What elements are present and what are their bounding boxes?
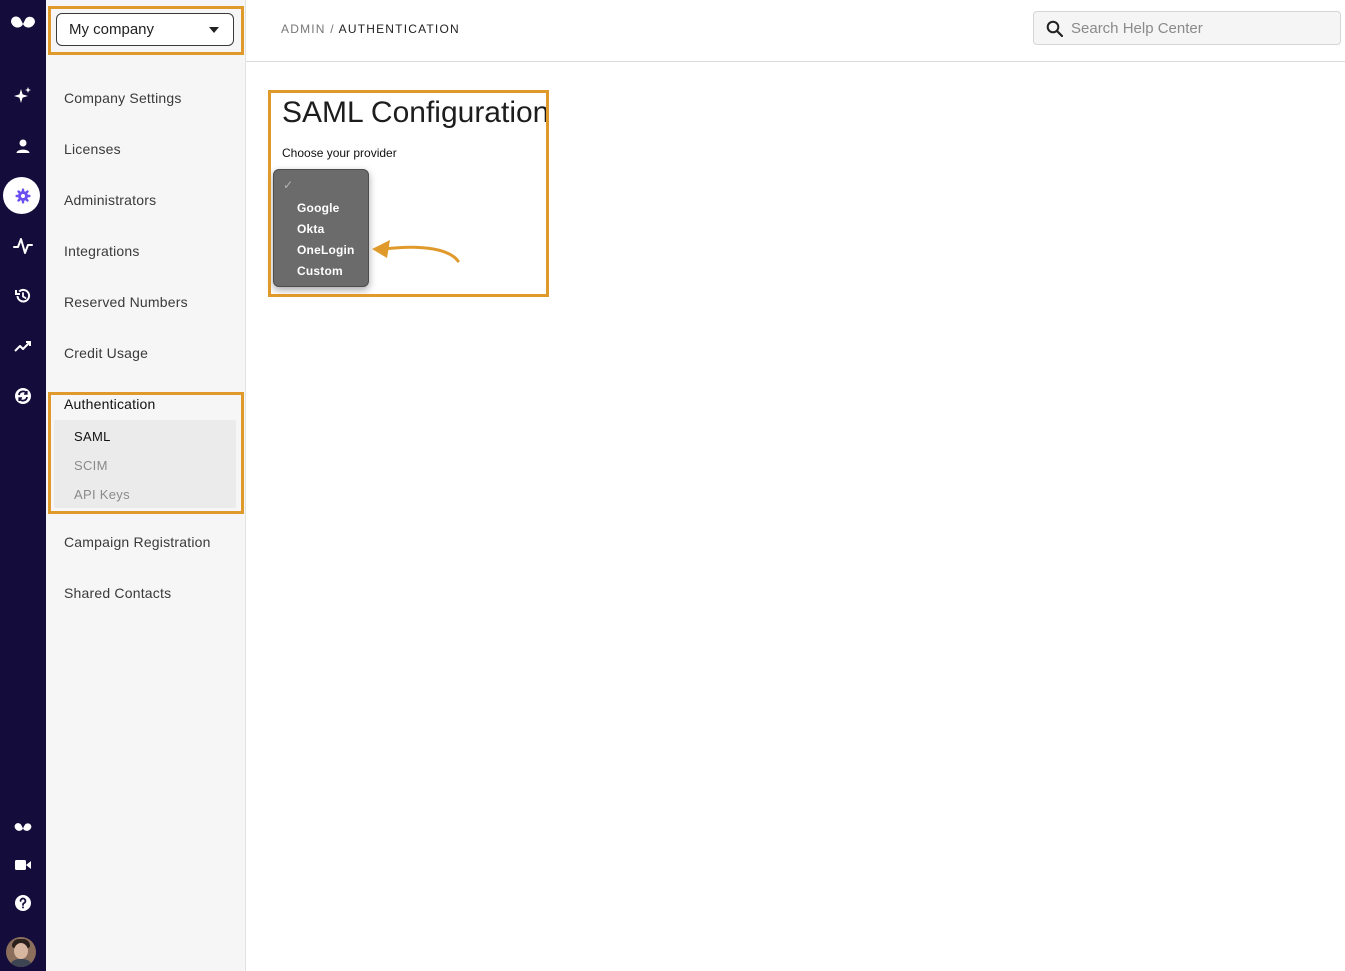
search-input[interactable] xyxy=(1071,19,1311,37)
sidebar-item-shared-contacts[interactable]: Shared Contacts xyxy=(64,585,171,601)
sidebar-subitem-saml[interactable]: SAML xyxy=(74,429,111,444)
search-icon xyxy=(1046,20,1063,37)
help-search[interactable] xyxy=(1033,11,1341,45)
provider-option-google[interactable]: Google xyxy=(297,201,340,215)
annotation-arrow-icon xyxy=(372,240,460,263)
checkmark-icon: ✓ xyxy=(283,178,294,192)
avatar-face xyxy=(14,943,28,959)
provider-dropdown-menu[interactable]: ✓ Google Okta OneLogin Custom xyxy=(273,169,369,287)
sidebar-item-licenses[interactable]: Licenses xyxy=(64,141,121,157)
sidebar-item-administrators[interactable]: Administrators xyxy=(64,192,156,208)
provider-option-onelogin[interactable]: OneLogin xyxy=(297,243,355,257)
company-select[interactable]: My company xyxy=(56,13,234,46)
activity-icon[interactable] xyxy=(0,231,46,261)
help-icon[interactable] xyxy=(0,888,46,918)
breadcrumb: ADMIN / AUTHENTICATION xyxy=(281,22,460,36)
sidebar-item-credit-usage[interactable]: Credit Usage xyxy=(64,345,148,361)
logo-icon[interactable] xyxy=(0,7,46,37)
avatar-shirt xyxy=(9,959,33,967)
sync-icon[interactable] xyxy=(0,381,46,411)
company-select-value: My company xyxy=(69,21,155,38)
top-header: ADMIN / AUTHENTICATION xyxy=(246,0,1345,62)
admin-sidebar: My company Company Settings Licenses Adm… xyxy=(46,0,246,971)
breadcrumb-separator: / xyxy=(325,22,339,36)
avatar[interactable] xyxy=(6,937,36,967)
person-icon[interactable] xyxy=(0,131,46,161)
logo-small-icon[interactable] xyxy=(0,812,46,842)
sidebar-item-campaign-registration[interactable]: Campaign Registration xyxy=(64,534,211,550)
sidebar-subitem-scim[interactable]: SCIM xyxy=(74,458,108,473)
video-icon[interactable] xyxy=(0,850,46,880)
trending-icon[interactable] xyxy=(0,331,46,361)
breadcrumb-current: AUTHENTICATION xyxy=(338,22,460,36)
sparkle-icon[interactable] xyxy=(0,81,46,111)
app-root: My company Company Settings Licenses Adm… xyxy=(0,0,1345,971)
provider-label: Choose your provider xyxy=(282,146,397,160)
sidebar-item-integrations[interactable]: Integrations xyxy=(64,243,140,259)
provider-option-custom[interactable]: Custom xyxy=(297,264,343,278)
sidebar-item-authentication[interactable]: Authentication xyxy=(64,396,156,412)
page-title: SAML Configuration xyxy=(282,96,550,129)
sidebar-item-company-settings[interactable]: Company Settings xyxy=(64,90,182,106)
sidebar-subitem-api-keys[interactable]: API Keys xyxy=(74,487,130,502)
breadcrumb-root[interactable]: ADMIN xyxy=(281,22,326,36)
provider-option-okta[interactable]: Okta xyxy=(297,222,324,236)
sidebar-item-reserved-numbers[interactable]: Reserved Numbers xyxy=(64,294,188,310)
gear-icon[interactable] xyxy=(0,181,46,211)
left-rail xyxy=(0,0,46,971)
caret-down-icon xyxy=(209,27,219,33)
history-icon[interactable] xyxy=(0,281,46,311)
